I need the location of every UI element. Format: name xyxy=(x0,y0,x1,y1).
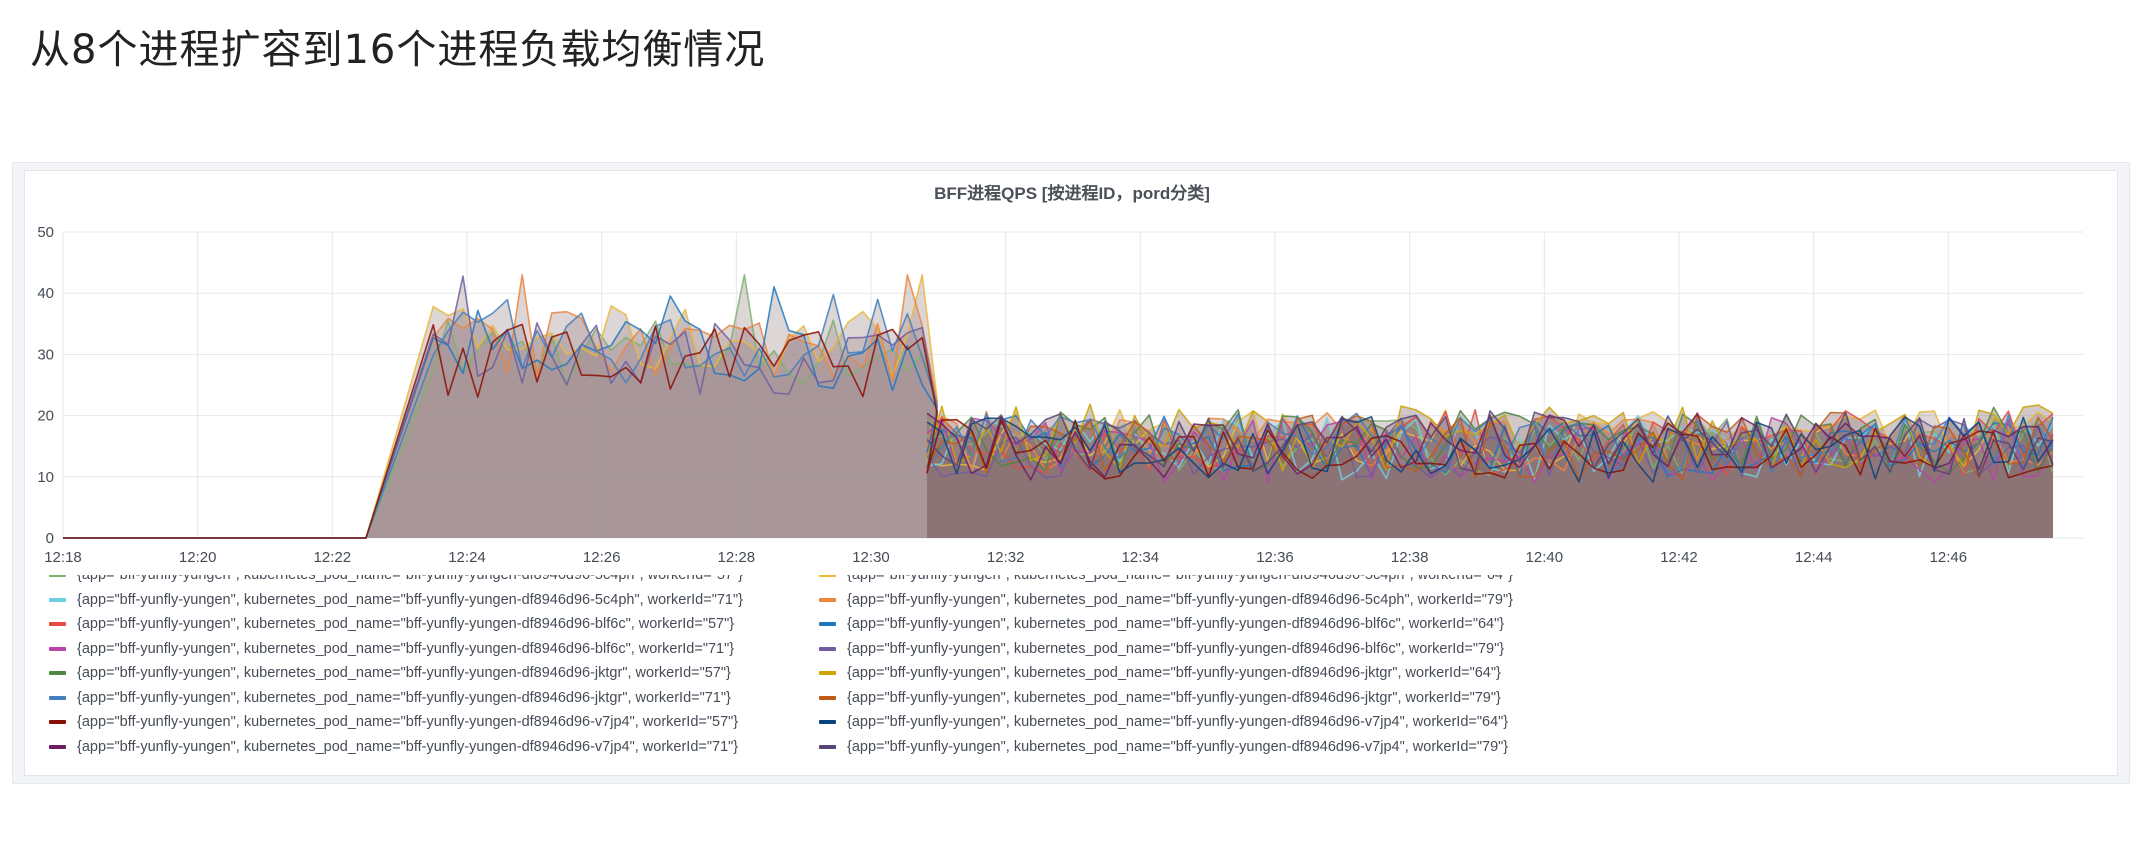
legend-swatch xyxy=(49,575,66,578)
x-tick-label: 12:44 xyxy=(1795,549,1833,566)
legend-item[interactable]: {app="bff-yunfly-yungen", kubernetes_pod… xyxy=(49,735,819,760)
legend-row: {app="bff-yunfly-yungen", kubernetes_pod… xyxy=(49,575,1513,588)
page-title: 从8个进程扩容到16个进程负载均衡情况 xyxy=(30,27,766,73)
legend-row: {app="bff-yunfly-yungen", kubernetes_pod… xyxy=(49,735,1513,760)
series-areas xyxy=(63,274,2053,538)
legend-swatch xyxy=(819,646,836,651)
legend-swatch xyxy=(49,695,66,700)
legend-item[interactable]: {app="bff-yunfly-yungen", kubernetes_pod… xyxy=(819,710,1508,735)
y-tick-label: 0 xyxy=(46,530,54,547)
x-tick-label: 12:24 xyxy=(448,549,486,566)
legend-item[interactable]: {app="bff-yunfly-yungen", kubernetes_pod… xyxy=(819,686,1501,711)
y-tick-label: 20 xyxy=(37,408,54,425)
legend-item[interactable]: {app="bff-yunfly-yungen", kubernetes_pod… xyxy=(49,637,819,662)
legend-swatch xyxy=(819,671,836,676)
legend-label: {app="bff-yunfly-yungen", kubernetes_pod… xyxy=(77,689,731,706)
legend: {app="bff-yunfly-yungen", kubernetes_pod… xyxy=(49,575,2109,770)
x-tick-label: 12:28 xyxy=(718,549,756,566)
legend-swatch xyxy=(819,597,836,602)
legend-swatch xyxy=(819,575,836,578)
legend-row: {app="bff-yunfly-yungen", kubernetes_pod… xyxy=(49,612,1513,637)
legend-item[interactable]: {app="bff-yunfly-yungen", kubernetes_pod… xyxy=(819,735,1508,760)
legend-item[interactable]: {app="bff-yunfly-yungen", kubernetes_pod… xyxy=(49,575,819,588)
x-tick-label: 12:32 xyxy=(987,549,1025,566)
x-tick-label: 12:34 xyxy=(1122,549,1160,566)
legend-label: {app="bff-yunfly-yungen", kubernetes_pod… xyxy=(847,616,1505,633)
legend-label: {app="bff-yunfly-yungen", kubernetes_pod… xyxy=(77,738,739,755)
legend-label: {app="bff-yunfly-yungen", kubernetes_pod… xyxy=(847,640,1505,657)
qps-area-chart[interactable]: 0 10 20 30 40 50 12:18 12:20 12:22 12:24 12:26 12:2… xyxy=(25,171,2119,571)
legend-item[interactable]: {app="bff-yunfly-yungen", kubernetes_pod… xyxy=(49,588,819,613)
legend-label: {app="bff-yunfly-yungen", kubernetes_pod… xyxy=(847,714,1509,731)
x-tick-label: 12:38 xyxy=(1391,549,1429,566)
legend-item[interactable]: {app="bff-yunfly-yungen", kubernetes_pod… xyxy=(49,612,819,637)
legend-row: {app="bff-yunfly-yungen", kubernetes_pod… xyxy=(49,661,1513,686)
legend-swatch xyxy=(49,622,66,627)
legend-item[interactable]: {app="bff-yunfly-yungen", kubernetes_pod… xyxy=(819,612,1504,637)
x-tick-label: 12:22 xyxy=(314,549,352,566)
y-tick-label: 30 xyxy=(37,346,54,363)
legend-item[interactable]: {app="bff-yunfly-yungen", kubernetes_pod… xyxy=(819,575,1513,588)
x-tick-label: 12:36 xyxy=(1256,549,1294,566)
legend-row: {app="bff-yunfly-yungen", kubernetes_pod… xyxy=(49,710,1513,735)
x-tick-label: 12:46 xyxy=(1930,549,1968,566)
legend-label: {app="bff-yunfly-yungen", kubernetes_pod… xyxy=(77,616,735,633)
legend-item[interactable]: {app="bff-yunfly-yungen", kubernetes_pod… xyxy=(49,686,819,711)
legend-label: {app="bff-yunfly-yungen", kubernetes_pod… xyxy=(77,714,739,731)
legend-item[interactable]: {app="bff-yunfly-yungen", kubernetes_pod… xyxy=(49,661,819,686)
legend-label: {app="bff-yunfly-yungen", kubernetes_pod… xyxy=(847,591,1513,608)
x-tick-label: 12:42 xyxy=(1660,549,1698,566)
x-tick-label: 12:40 xyxy=(1526,549,1564,566)
legend-item[interactable]: {app="bff-yunfly-yungen", kubernetes_pod… xyxy=(819,661,1501,686)
legend-item[interactable]: {app="bff-yunfly-yungen", kubernetes_pod… xyxy=(819,637,1504,662)
legend-label: {app="bff-yunfly-yungen", kubernetes_pod… xyxy=(77,575,743,584)
legend-swatch xyxy=(49,597,66,602)
legend-row: {app="bff-yunfly-yungen", kubernetes_pod… xyxy=(49,686,1513,711)
legend-swatch xyxy=(819,744,836,749)
y-tick-label: 40 xyxy=(37,285,54,302)
legend-item[interactable]: {app="bff-yunfly-yungen", kubernetes_pod… xyxy=(819,588,1513,613)
legend-label: {app="bff-yunfly-yungen", kubernetes_pod… xyxy=(847,575,1513,584)
legend-label: {app="bff-yunfly-yungen", kubernetes_pod… xyxy=(847,689,1501,706)
chart-panel: BFF进程QPS [按进程ID，pord分类] 0 10 20 30 40 50 12:18… xyxy=(24,170,2118,776)
legend-label: {app="bff-yunfly-yungen", kubernetes_pod… xyxy=(77,665,731,682)
legend-swatch xyxy=(49,744,66,749)
legend-label: {app="bff-yunfly-yungen", kubernetes_pod… xyxy=(847,738,1509,755)
x-tick-label: 12:18 xyxy=(44,549,82,566)
legend-swatch xyxy=(49,671,66,676)
legend-row: {app="bff-yunfly-yungen", kubernetes_pod… xyxy=(49,588,1513,613)
legend-swatch xyxy=(819,622,836,627)
legend-label: {app="bff-yunfly-yungen", kubernetes_pod… xyxy=(847,665,1501,682)
x-tick-label: 12:26 xyxy=(583,549,621,566)
legend-label: {app="bff-yunfly-yungen", kubernetes_pod… xyxy=(77,640,735,657)
legend-swatch xyxy=(49,646,66,651)
legend-swatch xyxy=(49,720,66,725)
y-tick-label: 10 xyxy=(37,469,54,486)
legend-row: {app="bff-yunfly-yungen", kubernetes_pod… xyxy=(49,637,1513,662)
legend-swatch xyxy=(819,695,836,700)
legend-label: {app="bff-yunfly-yungen", kubernetes_pod… xyxy=(77,591,743,608)
x-tick-label: 12:20 xyxy=(179,549,217,566)
legend-item[interactable]: {app="bff-yunfly-yungen", kubernetes_pod… xyxy=(49,710,819,735)
legend-swatch xyxy=(819,720,836,725)
x-tick-label: 12:30 xyxy=(852,549,890,566)
y-tick-label: 50 xyxy=(37,224,54,241)
